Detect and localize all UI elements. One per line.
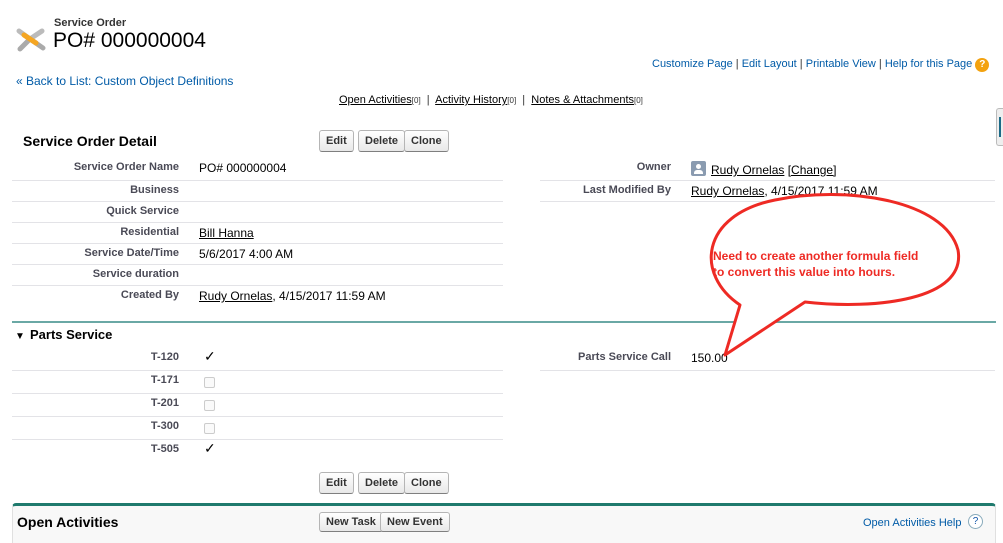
page-title: PO# 000000004 <box>53 29 206 52</box>
part-label: T-120 <box>150 351 179 363</box>
annotation-speech-bubble <box>709 192 960 357</box>
field-label: Service Order Name <box>73 161 179 173</box>
divider <box>540 370 995 371</box>
divider <box>12 439 503 440</box>
field-label: Quick Service <box>106 205 179 217</box>
unchecked-checkbox <box>204 423 215 434</box>
open-activities-help-link[interactable]: Open Activities Help <box>863 517 961 529</box>
open-activities-link[interactable]: Open Activities <box>339 94 412 106</box>
divider <box>12 285 503 286</box>
change-owner-link[interactable]: [Change] <box>788 163 837 177</box>
customize-page-link[interactable]: Customize Page <box>652 58 733 70</box>
edit-button[interactable]: Edit <box>319 130 354 152</box>
collapse-triangle-icon[interactable]: ▼ <box>15 331 25 342</box>
residential-link[interactable]: Bill Hanna <box>199 226 254 240</box>
related-list-links: Open Activities[0] | Activity History[0]… <box>339 94 643 106</box>
parts-section-title[interactable]: Parts Service <box>30 327 112 342</box>
edit-layout-link[interactable]: Edit Layout <box>742 58 797 70</box>
divider <box>540 180 995 181</box>
count: [0] <box>634 96 643 105</box>
top-links: Customize Page | Edit Layout | Printable… <box>652 58 990 72</box>
field-label: Service Date/Time <box>84 247 179 259</box>
clone-button-bottom[interactable]: Clone <box>404 472 449 494</box>
divider <box>12 243 503 244</box>
printable-view-link[interactable]: Printable View <box>806 58 876 70</box>
activity-history-link[interactable]: Activity History <box>435 94 507 106</box>
part-label: T-505 <box>150 443 179 455</box>
checked-icon: ✓ <box>204 440 216 456</box>
divider <box>12 416 503 417</box>
new-event-button[interactable]: New Event <box>380 512 450 532</box>
divider <box>12 201 503 202</box>
open-activities-panel <box>12 503 996 543</box>
notes-attachments-link[interactable]: Notes & Attachments <box>531 94 634 106</box>
unchecked-checkbox <box>204 400 215 411</box>
divider <box>12 222 503 223</box>
last-modified-label: Last Modified By <box>582 184 671 196</box>
help-icon[interactable]: ? <box>975 58 990 72</box>
part-label: T-300 <box>150 420 179 432</box>
user-avatar-icon <box>691 161 706 176</box>
side-tab-handle[interactable] <box>996 108 1003 146</box>
parts-service-call-label: Parts Service Call <box>578 351 671 363</box>
field-label: Business <box>130 184 179 196</box>
delete-button-bottom[interactable]: Delete <box>358 472 406 494</box>
delete-button[interactable]: Delete <box>358 130 406 152</box>
created-by-value: Rudy Ornelas, 4/15/2017 11:59 AM <box>199 289 386 303</box>
help-question-icon[interactable]: ? <box>968 514 983 529</box>
count: [0] <box>507 96 517 105</box>
divider <box>12 393 503 394</box>
service-order-name-value: PO# 000000004 <box>199 161 287 175</box>
divider <box>12 180 503 181</box>
help-for-page-link[interactable]: Help for this Page <box>885 58 972 70</box>
annotation-line-1: Need to create another formula field <box>713 249 919 263</box>
created-by-user-link[interactable]: Rudy Ornelas <box>199 289 272 303</box>
field-label: Residential <box>120 226 179 238</box>
new-task-button[interactable]: New Task <box>319 512 383 532</box>
detail-section-title: Service Order Detail <box>23 133 157 149</box>
edit-button-bottom[interactable]: Edit <box>319 472 354 494</box>
service-order-icon <box>16 27 46 53</box>
count: [0] <box>411 96 421 105</box>
annotation-text: Need to create another formula field to … <box>713 248 918 280</box>
open-activities-title: Open Activities <box>17 514 119 530</box>
unchecked-checkbox <box>204 377 215 388</box>
annotation-line-2: to convert this value into hours. <box>713 265 896 279</box>
service-date-value: 5/6/2017 4:00 AM <box>199 247 294 261</box>
owner-label: Owner <box>636 161 671 173</box>
checked-icon: ✓ <box>204 348 216 364</box>
field-label: Service duration <box>92 268 179 280</box>
owner-link[interactable]: Rudy Ornelas <box>711 163 784 177</box>
owner-value: Rudy Ornelas [Change] <box>711 163 836 177</box>
field-label: Created By <box>120 289 179 301</box>
part-label: T-171 <box>150 374 179 386</box>
back-to-list-link[interactable]: « Back to List: Custom Object Definition… <box>16 74 233 88</box>
divider <box>12 264 503 265</box>
created-date: , 4/15/2017 11:59 AM <box>272 289 386 303</box>
clone-button[interactable]: Clone <box>404 130 449 152</box>
object-type-label: Service Order <box>54 17 127 29</box>
part-label: T-201 <box>150 397 179 409</box>
divider <box>12 370 503 371</box>
